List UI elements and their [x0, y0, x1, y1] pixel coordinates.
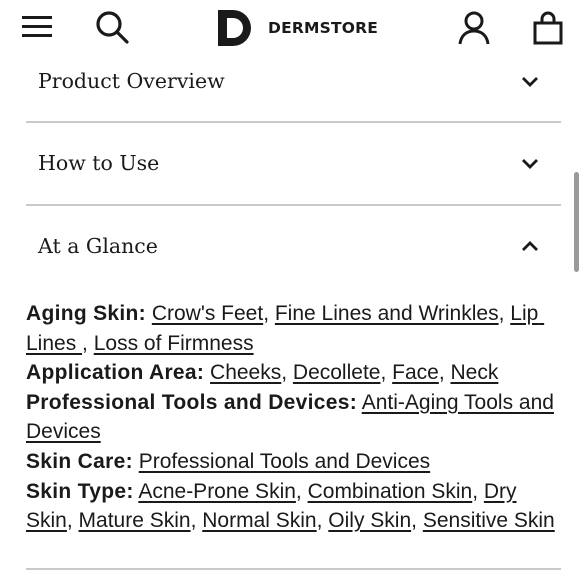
attribute-link[interactable]: Combination Skin	[308, 480, 473, 503]
attribute-label: Skin Care:	[26, 449, 133, 473]
attribute-application-area: Application Area: Cheeks, Decollete, Fac…	[26, 361, 499, 385]
at-a-glance-panel: Aging Skin: Crow's Feet, Fine Lines and …	[26, 299, 556, 536]
attribute-aging-skin: Aging Skin: Crow's Feet, Fine Lines and …	[26, 302, 545, 355]
attribute-link[interactable]: Loss of Firmness	[94, 332, 254, 355]
dermstore-logo[interactable]: DERMSTORE	[216, 9, 378, 47]
hamburger-menu-icon[interactable]	[22, 14, 54, 40]
divider	[26, 121, 561, 123]
accordion-product-overview[interactable]: Product Overview	[26, 62, 561, 100]
divider	[26, 568, 561, 570]
accordion-label: How to Use	[38, 151, 160, 175]
shopping-bag-icon[interactable]	[530, 8, 566, 48]
accordion-label: At a Glance	[38, 234, 158, 258]
attribute-skin-care: Skin Care: Professional Tools and Device…	[26, 447, 556, 477]
chevron-up-icon	[522, 241, 538, 251]
chevron-down-icon	[522, 77, 538, 87]
scrollbar[interactable]	[574, 172, 579, 272]
attribute-link[interactable]: Fine Lines and Wrinkles	[275, 302, 499, 325]
accordion-at-a-glance[interactable]: At a Glance	[26, 227, 561, 265]
logo-mark-icon	[218, 10, 251, 46]
logo-wordmark: DERMSTORE	[268, 19, 379, 37]
attribute-label: Skin Type:	[26, 479, 134, 503]
divider	[26, 204, 561, 206]
attribute-skin-type: Skin Type: Acne-Prone Skin, Combination …	[26, 479, 555, 533]
attribute-link[interactable]: Neck	[451, 361, 499, 384]
attribute-link[interactable]: Cheeks	[210, 361, 281, 384]
attribute-link[interactable]: Decollete	[293, 361, 381, 384]
attribute-link[interactable]: Face	[392, 361, 439, 384]
site-header: DERMSTORE	[0, 0, 580, 58]
attribute-label: Aging Skin:	[26, 302, 146, 325]
accordion-how-to-use[interactable]: How to Use	[26, 144, 561, 182]
accordion-label: Product Overview	[38, 69, 225, 93]
attribute-link[interactable]: Professional Tools and Devices	[139, 450, 430, 473]
attribute-professional-tools: Professional Tools and Devices: Anti-Agi…	[26, 388, 556, 447]
account-icon[interactable]	[454, 8, 494, 48]
attribute-link[interactable]: Sensitive Skin	[423, 509, 555, 532]
attribute-link[interactable]: Oily Skin	[328, 509, 411, 532]
attribute-label: Application Area:	[26, 361, 205, 385]
attribute-label: Professional Tools and Devices:	[26, 390, 358, 414]
search-icon[interactable]	[94, 8, 134, 48]
chevron-down-icon	[522, 159, 538, 169]
attribute-link[interactable]: Normal Skin	[202, 509, 316, 532]
attribute-link[interactable]: Mature Skin	[79, 509, 191, 532]
attribute-link[interactable]: Crow's Feet	[152, 302, 263, 325]
attribute-link[interactable]: Acne-Prone Skin	[138, 480, 296, 503]
